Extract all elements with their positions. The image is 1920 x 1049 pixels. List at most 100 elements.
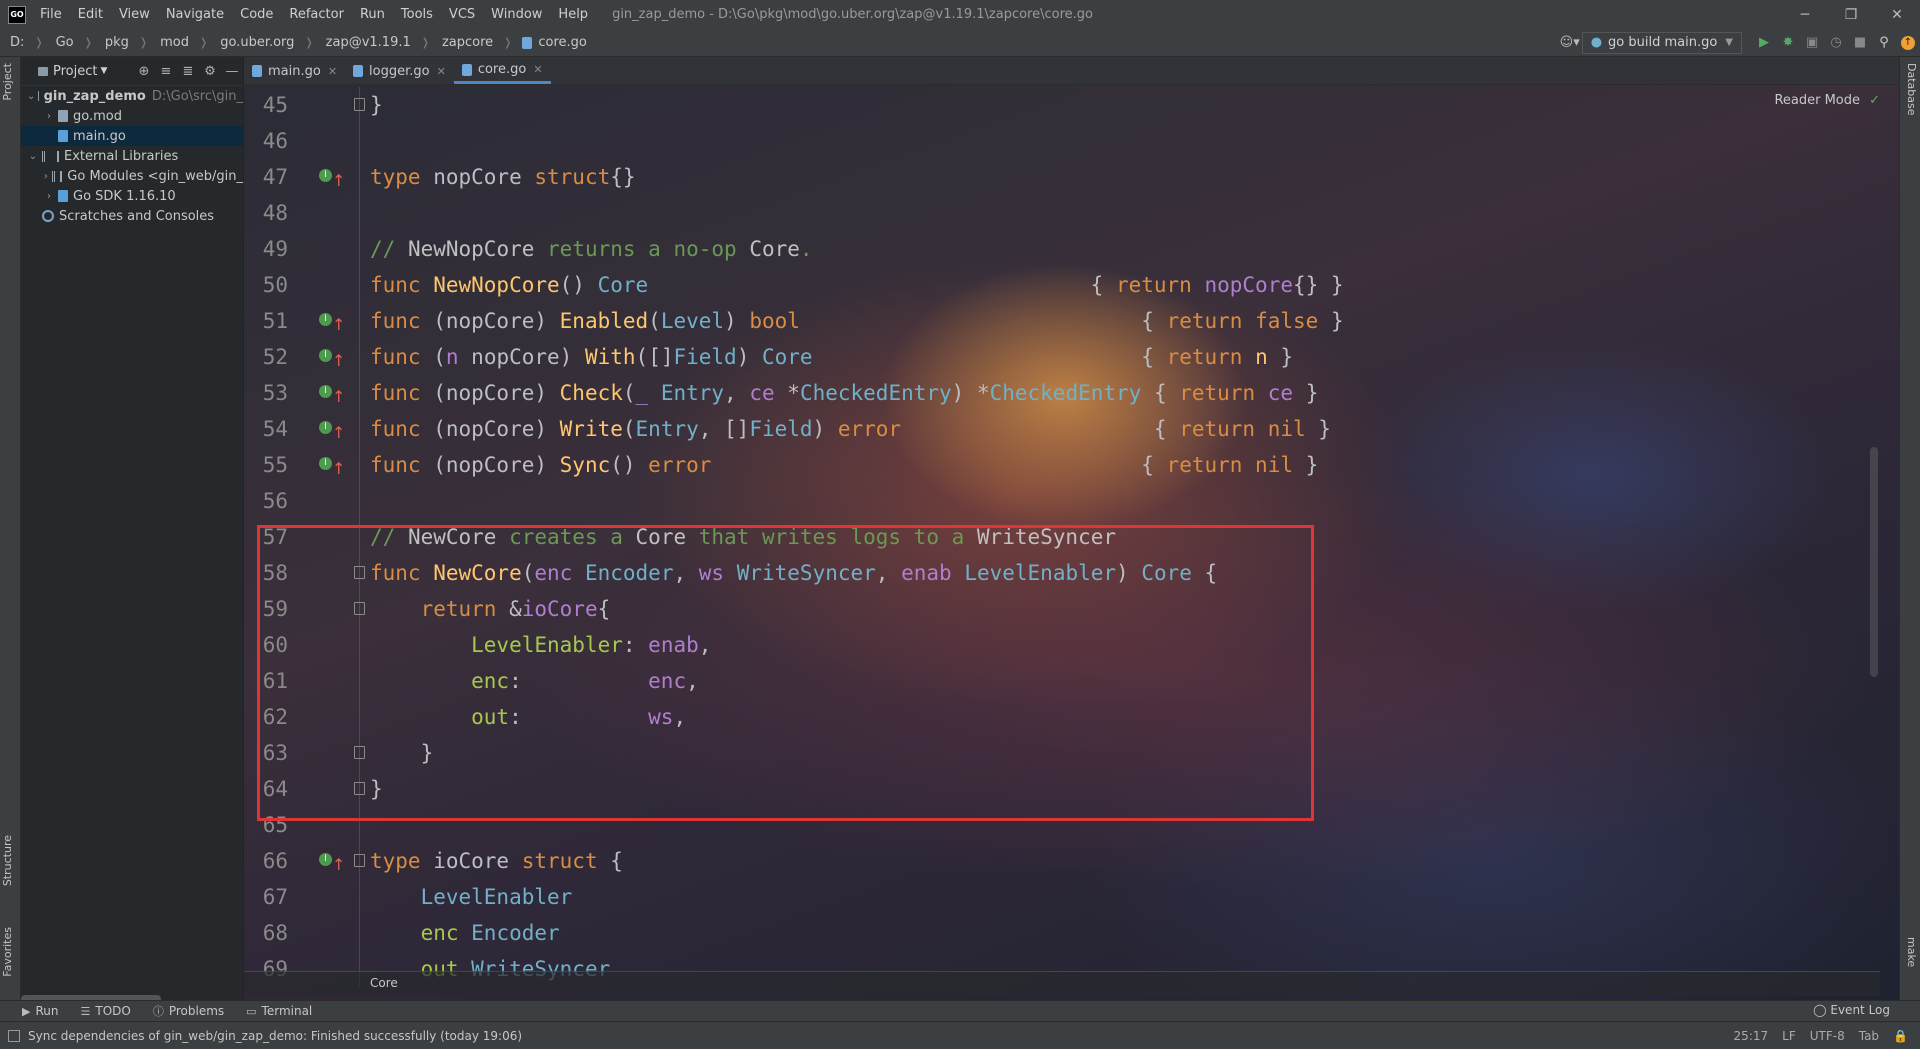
go-file-icon: [353, 65, 363, 77]
chevron-right-icon[interactable]: ›: [43, 171, 49, 182]
tree-item-label: External Libraries: [64, 149, 178, 164]
status-toggle-icon[interactable]: [8, 1030, 20, 1042]
debug-icon[interactable]: ✸: [1776, 31, 1800, 55]
expand-all-icon[interactable]: ≡: [155, 64, 177, 79]
caret-position[interactable]: 25:17: [1734, 1029, 1769, 1043]
collapse-all-icon[interactable]: ≣: [177, 64, 199, 79]
close-icon[interactable]: ✕: [328, 65, 337, 78]
implements-icon[interactable]: I: [319, 853, 332, 866]
code-line: 53I↑func (nopCore) Check(_ Entry, ce *Ch…: [244, 375, 1744, 411]
chevron-down-icon[interactable]: ⌄: [27, 91, 35, 102]
menu-code[interactable]: Code: [232, 0, 281, 29]
tree-item[interactable]: ›go.mod: [21, 106, 243, 126]
implements-icon[interactable]: I: [319, 421, 332, 434]
implements-icon[interactable]: I: [319, 313, 332, 326]
tab-core-go[interactable]: core.go✕: [454, 58, 551, 84]
menu-file[interactable]: File: [32, 0, 70, 29]
favorites-tool-tab[interactable]: Favorites: [1, 927, 14, 977]
code-token: With: [585, 345, 636, 369]
todo-tool-button[interactable]: ☰TODO: [80, 1003, 130, 1019]
tree-item[interactable]: ›Go SDK 1.16.10: [21, 186, 243, 206]
project-view-select[interactable]: Project ▼: [35, 64, 107, 79]
chevron-down-icon[interactable]: ⌄: [27, 151, 39, 162]
line-separator[interactable]: LF: [1782, 1029, 1796, 1043]
run-tool-button[interactable]: ▶Run: [22, 1003, 58, 1019]
tree-item[interactable]: Scratches and Consoles: [21, 206, 243, 226]
implements-arrow-icon[interactable]: ↑: [332, 343, 345, 379]
breadcrumb-item[interactable]: mod❭: [150, 35, 210, 50]
search-icon[interactable]: ⚲: [1872, 31, 1896, 55]
menu-navigate[interactable]: Navigate: [158, 0, 232, 29]
locate-icon[interactable]: ⊕: [133, 64, 155, 79]
menu-view[interactable]: View: [111, 0, 158, 29]
breadcrumb-item[interactable]: zapcore❭: [432, 35, 514, 50]
tab-main-go[interactable]: main.go✕: [244, 58, 345, 84]
menu-refactor[interactable]: Refactor: [281, 0, 352, 29]
menu-help[interactable]: Help: [550, 0, 596, 29]
breadcrumb-separator-icon: ❭: [84, 36, 93, 49]
project-tool-tab[interactable]: Project: [1, 63, 14, 101]
breadcrumb-item[interactable]: pkg❭: [95, 35, 150, 50]
implements-arrow-icon[interactable]: ↑: [332, 379, 345, 415]
tree-item[interactable]: ›Go Modules <gin_web/gin_: [21, 166, 243, 186]
database-tool-tab[interactable]: Database: [1905, 63, 1918, 116]
breadcrumb-item[interactable]: Go❭: [46, 35, 95, 50]
run-icon[interactable]: ▶: [1752, 31, 1776, 55]
implements-arrow-icon[interactable]: ↑: [332, 847, 345, 883]
tab-logger-go[interactable]: logger.go✕: [345, 58, 454, 84]
implements-icon[interactable]: I: [319, 169, 332, 182]
problems-tool-button[interactable]: ⓘProblems: [153, 1003, 224, 1019]
gear-icon[interactable]: ⚙: [199, 64, 221, 79]
implements-icon[interactable]: I: [319, 457, 332, 470]
menu-window[interactable]: Window: [483, 0, 550, 29]
tree-item[interactable]: ⌄gin_zap_demoD:\Go\src\gin_: [21, 86, 243, 106]
code-token: struct: [534, 165, 610, 189]
run-config-select[interactable]: ● go build main.go ▼: [1582, 32, 1742, 54]
terminal-tool-button[interactable]: ▭Terminal: [246, 1003, 312, 1019]
implements-icon[interactable]: I: [319, 385, 332, 398]
code-token: returns a no-op: [547, 237, 749, 261]
minimize-button[interactable]: ─: [1782, 0, 1828, 29]
breadcrumb-item[interactable]: D:❭: [0, 35, 46, 50]
close-icon[interactable]: ✕: [437, 65, 446, 78]
breadcrumb-item[interactable]: zap@v1.19.1❭: [316, 35, 432, 50]
menu-vcs[interactable]: VCS: [441, 0, 483, 29]
make-tool-tab[interactable]: make: [1905, 937, 1918, 967]
structure-tool-tab[interactable]: Structure: [1, 835, 14, 886]
tree-item[interactable]: main.go: [21, 126, 243, 146]
implements-arrow-icon[interactable]: ↑: [332, 451, 345, 487]
breadcrumb-item[interactable]: go.uber.org❭: [210, 35, 315, 50]
code-token: //: [370, 237, 408, 261]
restore-button[interactable]: ❐: [1828, 0, 1874, 29]
coverage-icon[interactable]: ▣: [1800, 31, 1824, 55]
tree-item[interactable]: ⌄ External Libraries: [21, 146, 243, 166]
file-encoding[interactable]: UTF-8: [1810, 1029, 1845, 1043]
menu-run[interactable]: Run: [352, 0, 393, 29]
implements-arrow-icon[interactable]: ↑: [332, 415, 345, 451]
menu-tools[interactable]: Tools: [393, 0, 441, 29]
implements-arrow-icon[interactable]: ↑: [332, 307, 345, 343]
chevron-right-icon[interactable]: ›: [43, 111, 55, 122]
code-token: func: [370, 309, 433, 333]
implements-icon[interactable]: I: [319, 349, 332, 362]
fold-marker-icon[interactable]: [354, 98, 365, 111]
profile-icon[interactable]: ◷: [1824, 31, 1848, 55]
implements-arrow-icon[interactable]: ↑: [332, 163, 345, 199]
hide-icon[interactable]: —: [221, 64, 243, 79]
editor-breadcrumb-item[interactable]: Core: [370, 976, 398, 990]
close-button[interactable]: ✕: [1874, 0, 1920, 29]
chevron-right-icon[interactable]: ›: [43, 191, 55, 202]
lock-icon[interactable]: 🔒: [1893, 1029, 1908, 1043]
reader-mode-toggle[interactable]: Reader Mode: [1774, 93, 1860, 108]
update-icon[interactable]: ↑: [1896, 31, 1920, 55]
breadcrumb-file[interactable]: core.go: [514, 35, 587, 50]
event-log-button[interactable]: ◯ Event Log: [1813, 1003, 1890, 1017]
indent-setting[interactable]: Tab: [1859, 1029, 1879, 1043]
fold-marker-icon[interactable]: [354, 854, 365, 867]
status-message[interactable]: Sync dependencies of gin_web/gin_zap_dem…: [8, 1029, 522, 1043]
editor-scrollbar[interactable]: [1870, 447, 1878, 677]
user-icon[interactable]: ☺▾: [1558, 31, 1582, 55]
menu-edit[interactable]: Edit: [70, 0, 111, 29]
close-icon[interactable]: ✕: [533, 63, 542, 76]
stop-icon[interactable]: ■: [1848, 31, 1872, 55]
